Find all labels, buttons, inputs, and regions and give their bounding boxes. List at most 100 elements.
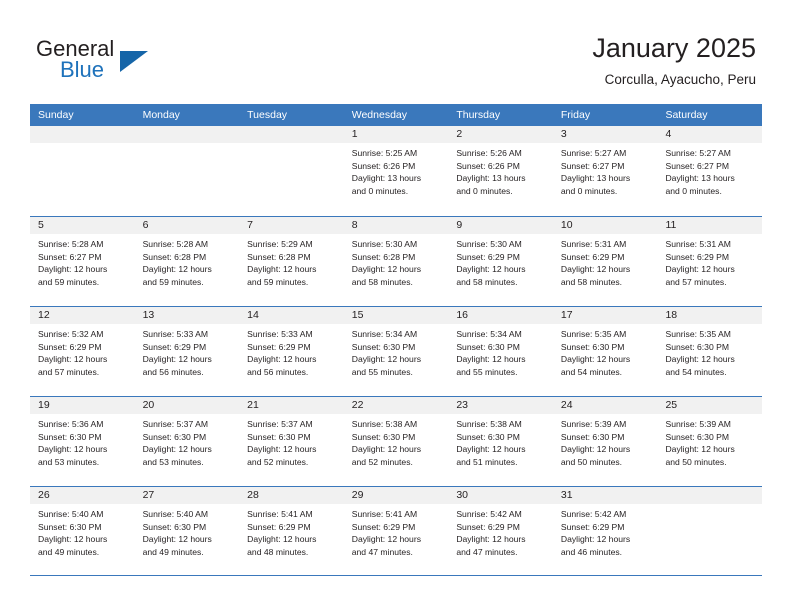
calendar-day-cell[interactable]: 31 Sunrise: 5:42 AM Sunset: 6:29 PM Dayligh… xyxy=(552,487,658,575)
daylight-text-line1: Daylight: 12 hours xyxy=(560,534,631,545)
calendar-day-cell[interactable]: 20 Sunrise: 5:37 AM Sunset: 6:30 PM Dayligh… xyxy=(134,397,240,486)
calendar-day-cell[interactable]: 25 Sunrise: 5:39 AM Sunset: 6:30 PM Dayligh… xyxy=(657,397,763,486)
day-of-week-header: Sunday Monday Tuesday Wednesday Thursday… xyxy=(30,104,762,126)
sunrise-text: Sunrise: 5:41 AM xyxy=(247,509,313,519)
daylight-text-line2: and 49 minutes. xyxy=(38,546,100,557)
sunset-text: Sunset: 6:29 PM xyxy=(560,521,625,532)
calendar-day-cell[interactable]: 6 Sunrise: 5:28 AM Sunset: 6:28 PM Daylight… xyxy=(134,217,240,306)
day-number: 8 xyxy=(343,217,449,234)
location-subtitle: Corculla, Ayacucho, Peru xyxy=(604,72,756,87)
day-sun-info: Sunrise: 5:34 AM Sunset: 6:30 PM Daylight:… xyxy=(448,324,553,378)
calendar-day-cell[interactable]: 5 Sunrise: 5:28 AM Sunset: 6:27 PM Daylight… xyxy=(30,217,135,306)
day-number: 24 xyxy=(552,397,658,414)
calendar-day-cell[interactable]: 2 Sunrise: 5:26 AM Sunset: 6:26 PM Daylight… xyxy=(448,126,553,216)
daylight-text-line2: and 0 minutes. xyxy=(351,185,409,196)
day-number: 13 xyxy=(134,307,240,324)
daylight-text-line2: and 58 minutes. xyxy=(560,276,623,287)
sunrise-text: Sunrise: 5:37 AM xyxy=(247,419,313,429)
generalblue-logo[interactable]: General Blue xyxy=(36,37,236,89)
day-number: 4 xyxy=(657,126,763,143)
calendar-day-cell-empty xyxy=(239,126,344,216)
sunset-text: Sunset: 6:26 PM xyxy=(351,160,416,171)
calendar-day-cell[interactable]: 1 Sunrise: 5:25 AM Sunset: 6:26 PM Daylight… xyxy=(343,126,449,216)
day-sun-info: Sunrise: 5:37 AM Sunset: 6:30 PM Daylight:… xyxy=(135,414,240,468)
daylight-text-line2: and 0 minutes. xyxy=(665,185,722,196)
daylight-text-line1: Daylight: 12 hours xyxy=(38,444,108,455)
daylight-text-line1: Daylight: 12 hours xyxy=(456,534,526,545)
sunset-text: Sunset: 6:28 PM xyxy=(351,251,416,262)
calendar-day-cell[interactable]: 26 Sunrise: 5:40 AM Sunset: 6:30 PM Dayligh… xyxy=(30,487,135,575)
title-block: January 2025 Corculla, Ayacucho, Peru xyxy=(592,32,756,90)
sunrise-text: Sunrise: 5:34 AM xyxy=(456,329,522,339)
calendar-day-cell[interactable]: 16 Sunrise: 5:34 AM Sunset: 6:30 PM Dayligh… xyxy=(448,307,553,396)
calendar-day-cell[interactable]: 23 Sunrise: 5:38 AM Sunset: 6:30 PM Dayligh… xyxy=(448,397,553,486)
day-sun-info: Sunrise: 5:42 AM Sunset: 6:29 PM Daylight:… xyxy=(553,504,658,558)
sunset-text: Sunset: 6:27 PM xyxy=(560,160,625,171)
day-sun-info: Sunrise: 5:31 AM Sunset: 6:29 PM Daylight:… xyxy=(657,234,762,288)
day-number xyxy=(239,126,344,143)
day-sun-info: Sunrise: 5:27 AM Sunset: 6:27 PM Daylight:… xyxy=(553,143,658,197)
day-number: 18 xyxy=(657,307,763,324)
calendar-day-cell[interactable]: 4 Sunrise: 5:27 AM Sunset: 6:27 PM Daylight… xyxy=(657,126,763,216)
daylight-text-line1: Daylight: 13 hours xyxy=(351,173,422,184)
sunset-text: Sunset: 6:30 PM xyxy=(456,431,520,442)
calendar-day-cell[interactable]: 3 Sunrise: 5:27 AM Sunset: 6:27 PM Daylight… xyxy=(552,126,658,216)
daylight-text-line2: and 57 minutes. xyxy=(38,366,100,377)
calendar-day-cell[interactable]: 29 Sunrise: 5:41 AM Sunset: 6:29 PM Dayligh… xyxy=(343,487,449,575)
day-sun-info: Sunrise: 5:35 AM Sunset: 6:30 PM Daylight:… xyxy=(657,324,762,378)
day-sun-info xyxy=(239,143,344,147)
calendar-week-row: 19 Sunrise: 5:36 AM Sunset: 6:30 PM Dayligh… xyxy=(30,396,763,486)
sunrise-text: Sunrise: 5:38 AM xyxy=(456,419,522,429)
daylight-text-line1: Daylight: 12 hours xyxy=(142,534,212,545)
sunset-text: Sunset: 6:29 PM xyxy=(456,251,520,262)
daylight-text-line1: Daylight: 12 hours xyxy=(38,264,108,275)
calendar-weeks: 1 Sunrise: 5:25 AM Sunset: 6:26 PM Daylight… xyxy=(30,126,763,576)
day-sun-info: Sunrise: 5:40 AM Sunset: 6:30 PM Daylight:… xyxy=(30,504,135,558)
sunset-text: Sunset: 6:30 PM xyxy=(247,431,311,442)
daylight-text-line1: Daylight: 12 hours xyxy=(351,534,422,545)
daylight-text-line2: and 54 minutes. xyxy=(665,366,727,377)
day-number: 7 xyxy=(239,217,344,234)
day-number: 15 xyxy=(343,307,449,324)
day-number: 23 xyxy=(448,397,553,414)
calendar-day-cell[interactable]: 27 Sunrise: 5:40 AM Sunset: 6:30 PM Dayligh… xyxy=(134,487,240,575)
daylight-text-line2: and 47 minutes. xyxy=(351,546,413,557)
calendar-day-cell[interactable]: 19 Sunrise: 5:36 AM Sunset: 6:30 PM Dayligh… xyxy=(30,397,135,486)
calendar-day-cell[interactable]: 7 Sunrise: 5:29 AM Sunset: 6:28 PM Daylight… xyxy=(239,217,344,306)
day-sun-info: Sunrise: 5:30 AM Sunset: 6:29 PM Daylight:… xyxy=(448,234,553,288)
sunset-text: Sunset: 6:30 PM xyxy=(456,341,520,352)
sunset-text: Sunset: 6:29 PM xyxy=(247,341,311,352)
daylight-text-line2: and 52 minutes. xyxy=(247,456,309,467)
day-sun-info: Sunrise: 5:25 AM Sunset: 6:26 PM Daylight:… xyxy=(344,143,449,197)
calendar-day-cell[interactable]: 28 Sunrise: 5:41 AM Sunset: 6:29 PM Dayligh… xyxy=(239,487,344,575)
calendar-day-cell[interactable]: 12 Sunrise: 5:32 AM Sunset: 6:29 PM Dayligh… xyxy=(30,307,135,396)
daylight-text-line2: and 53 minutes. xyxy=(142,456,204,467)
calendar-day-cell[interactable]: 30 Sunrise: 5:42 AM Sunset: 6:29 PM Dayligh… xyxy=(448,487,553,575)
sunrise-text: Sunrise: 5:33 AM xyxy=(247,329,313,339)
dow-friday: Friday xyxy=(560,109,591,121)
calendar-day-cell[interactable]: 18 Sunrise: 5:35 AM Sunset: 6:30 PM Dayligh… xyxy=(657,307,763,396)
sunrise-text: Sunrise: 5:26 AM xyxy=(456,148,522,158)
daylight-text-line1: Daylight: 12 hours xyxy=(247,264,317,275)
calendar-day-cell[interactable]: 13 Sunrise: 5:33 AM Sunset: 6:29 PM Dayligh… xyxy=(134,307,240,396)
calendar-day-cell[interactable]: 8 Sunrise: 5:30 AM Sunset: 6:28 PM Daylight… xyxy=(343,217,449,306)
daylight-text-line1: Daylight: 13 hours xyxy=(665,173,735,184)
sunset-text: Sunset: 6:29 PM xyxy=(456,521,520,532)
calendar-day-cell[interactable]: 10 Sunrise: 5:31 AM Sunset: 6:29 PM Dayligh… xyxy=(552,217,658,306)
daylight-text-line2: and 51 minutes. xyxy=(456,456,518,467)
day-number: 6 xyxy=(134,217,240,234)
calendar-day-cell[interactable]: 15 Sunrise: 5:34 AM Sunset: 6:30 PM Dayligh… xyxy=(343,307,449,396)
daylight-text-line1: Daylight: 12 hours xyxy=(247,534,317,545)
calendar-day-cell[interactable]: 22 Sunrise: 5:38 AM Sunset: 6:30 PM Dayligh… xyxy=(343,397,449,486)
sunset-text: Sunset: 6:28 PM xyxy=(142,251,207,262)
day-number: 2 xyxy=(448,126,553,143)
calendar-day-cell[interactable]: 24 Sunrise: 5:39 AM Sunset: 6:30 PM Dayligh… xyxy=(552,397,658,486)
calendar-day-cell[interactable]: 9 Sunrise: 5:30 AM Sunset: 6:29 PM Daylight… xyxy=(448,217,553,306)
calendar-day-cell[interactable]: 11 Sunrise: 5:31 AM Sunset: 6:29 PM Dayligh… xyxy=(657,217,763,306)
calendar-day-cell[interactable]: 14 Sunrise: 5:33 AM Sunset: 6:29 PM Dayligh… xyxy=(239,307,344,396)
day-number: 5 xyxy=(30,217,135,234)
calendar-day-cell[interactable]: 21 Sunrise: 5:37 AM Sunset: 6:30 PM Dayligh… xyxy=(239,397,344,486)
daylight-text-line2: and 53 minutes. xyxy=(38,456,100,467)
calendar-day-cell[interactable]: 17 Sunrise: 5:35 AM Sunset: 6:30 PM Dayligh… xyxy=(552,307,658,396)
day-number: 22 xyxy=(343,397,449,414)
